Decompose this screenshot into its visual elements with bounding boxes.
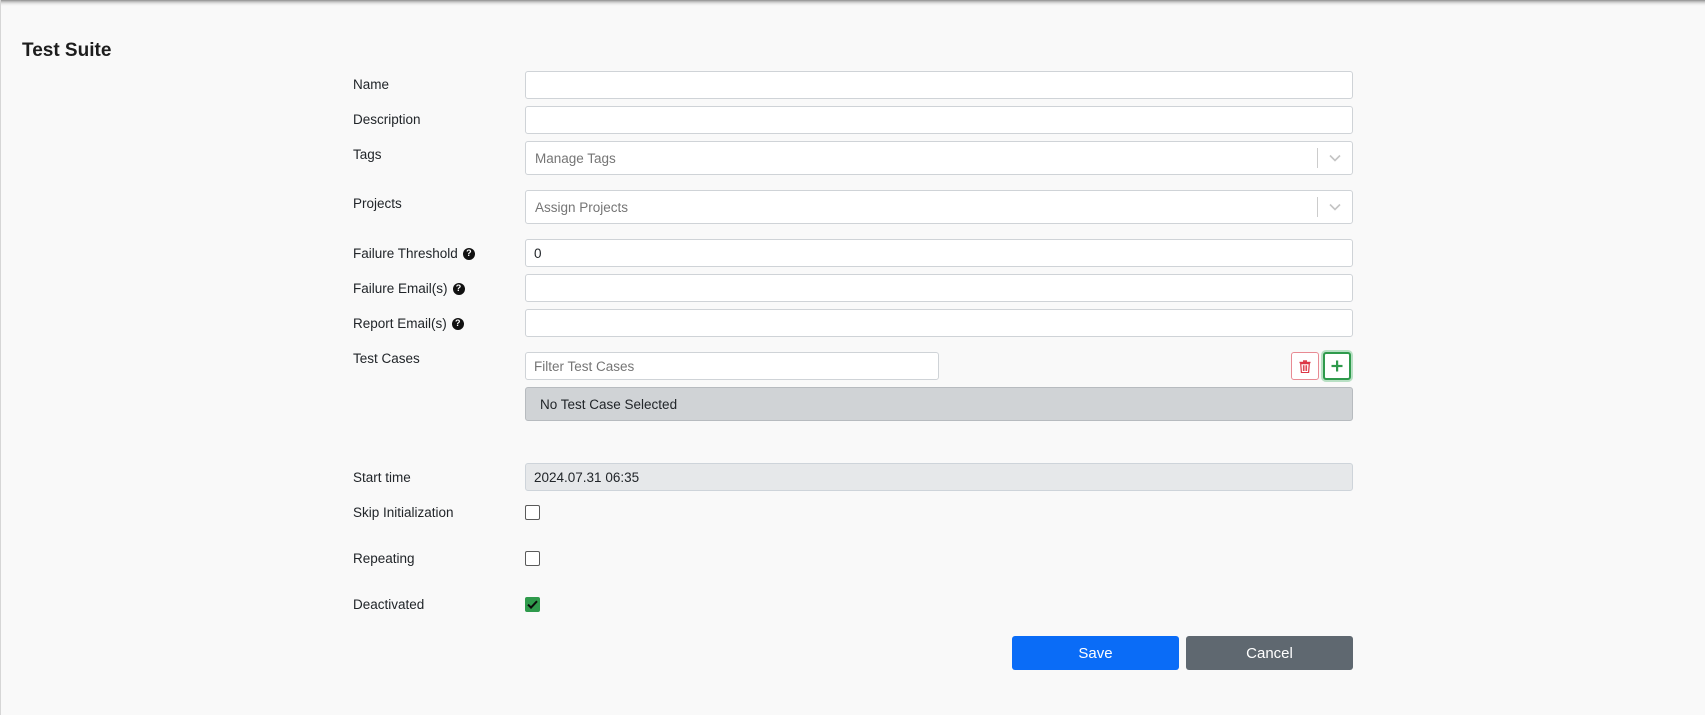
save-button[interactable]: Save	[1012, 636, 1179, 670]
skip-initialization-checkbox[interactable]	[525, 505, 540, 520]
skip-initialization-label-text: Skip Initialization	[353, 505, 454, 520]
page-title: Test Suite	[22, 40, 112, 61]
report-emails-input[interactable]	[525, 309, 1353, 337]
question-circle-icon[interactable]: ?	[452, 282, 465, 295]
failure-emails-input[interactable]	[525, 274, 1353, 302]
start-time-label-text: Start time	[353, 470, 411, 485]
failure-emails-label: Failure Email(s) ?	[353, 281, 465, 296]
deactivated-checkbox[interactable]	[525, 597, 540, 612]
tags-label: Tags	[353, 147, 382, 162]
question-circle-icon[interactable]: ?	[462, 247, 475, 260]
left-edge	[0, 0, 1, 715]
delete-test-cases-button[interactable]	[1291, 352, 1319, 380]
description-input[interactable]	[525, 106, 1353, 134]
chevron-down-icon[interactable]	[1318, 142, 1352, 174]
start-time-input[interactable]	[525, 463, 1353, 491]
repeating-label-text: Repeating	[353, 551, 415, 566]
chevron-down-icon[interactable]	[1318, 191, 1352, 223]
repeating-checkbox[interactable]	[525, 551, 540, 566]
failure-threshold-label: Failure Threshold ?	[353, 246, 475, 261]
tags-label-text: Tags	[353, 147, 382, 162]
repeating-label: Repeating	[353, 551, 415, 566]
projects-label-text: Projects	[353, 196, 402, 211]
description-label: Description	[353, 112, 421, 127]
skip-initialization-label: Skip Initialization	[353, 505, 454, 520]
deactivated-label: Deactivated	[353, 597, 424, 612]
filter-test-cases-input[interactable]	[525, 352, 939, 380]
question-circle-icon[interactable]: ?	[451, 317, 464, 330]
projects-placeholder: Assign Projects	[535, 199, 629, 215]
name-input[interactable]	[525, 71, 1353, 99]
test-cases-label-text: Test Cases	[353, 351, 420, 366]
projects-select[interactable]: Assign Projects	[525, 190, 1353, 224]
empty-state-text: No Test Case Selected	[540, 396, 678, 412]
tags-placeholder: Manage Tags	[535, 150, 616, 166]
deactivated-label-text: Deactivated	[353, 597, 425, 612]
name-label-text: Name	[353, 77, 390, 92]
check-icon	[527, 600, 538, 609]
projects-label: Projects	[353, 196, 402, 211]
add-test-case-button[interactable]	[1323, 352, 1351, 380]
plus-icon	[1331, 360, 1343, 372]
top-shadow	[0, 0, 1705, 6]
cancel-button[interactable]: Cancel	[1186, 636, 1353, 670]
tags-select[interactable]: Manage Tags	[525, 141, 1353, 175]
report-emails-label: Report Email(s) ?	[353, 316, 464, 331]
failure-emails-label-text: Failure Email(s)	[353, 281, 448, 296]
description-label-text: Description	[353, 112, 421, 127]
failure-threshold-label-text: Failure Threshold	[353, 246, 458, 261]
report-emails-label-text: Report Email(s)	[353, 316, 447, 331]
test-cases-label: Test Cases	[353, 351, 420, 366]
failure-threshold-input[interactable]	[525, 239, 1353, 267]
start-time-label: Start time	[353, 470, 411, 485]
name-label: Name	[353, 77, 389, 92]
test-cases-empty-state: No Test Case Selected	[525, 387, 1353, 421]
trash-icon	[1299, 359, 1311, 373]
